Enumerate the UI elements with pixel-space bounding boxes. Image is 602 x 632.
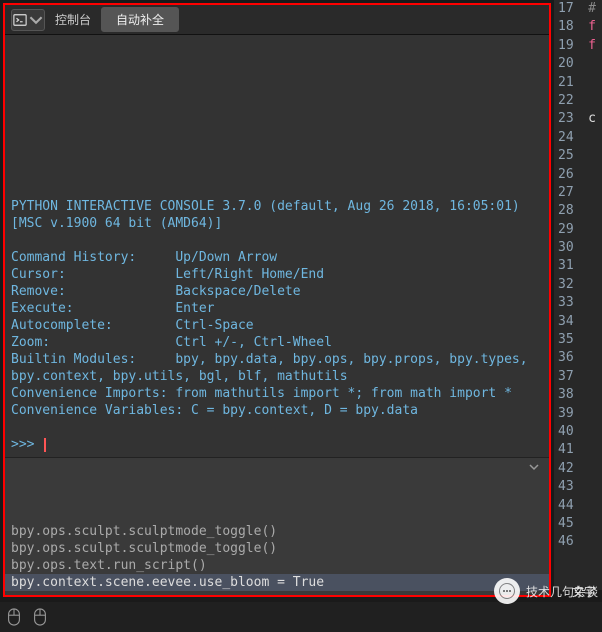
- line-number: 46: [554, 533, 596, 551]
- console-help-line: Convenience Imports: from mathutils impo…: [11, 385, 543, 402]
- line-number: 30: [554, 239, 596, 257]
- line-number: 27: [554, 184, 596, 202]
- line-number: 39: [554, 405, 596, 423]
- console-label: 控制台: [51, 11, 95, 28]
- console-help-line: Cursor: Left/Right Home/End: [11, 266, 543, 283]
- line-number: 20: [554, 55, 596, 73]
- console-blank: [11, 232, 543, 249]
- console-help-line: Autocomplete: Ctrl-Space: [11, 317, 543, 334]
- console-banner: PYTHON INTERACTIVE CONSOLE 3.7.0 (defaul…: [11, 198, 543, 232]
- history-line[interactable]: bpy.context.scene.eevee.use_bloom = True: [5, 574, 549, 591]
- line-number: 45: [554, 515, 596, 533]
- line-number: 33: [554, 294, 596, 312]
- line-number: 29: [554, 221, 596, 239]
- console-prompt: >>>: [11, 436, 42, 453]
- line-number: 42: [554, 460, 596, 478]
- line-number: 21: [554, 74, 596, 92]
- console-help-line: Zoom: Ctrl +/-, Ctrl-Wheel: [11, 334, 543, 351]
- console-help-line: Execute: Enter: [11, 300, 543, 317]
- info-history-panel: bpy.ops.sculpt.sculptmode_toggle()bpy.op…: [5, 457, 549, 595]
- line-number: 26: [554, 166, 596, 184]
- console-help-line: Builtin Modules: bpy, bpy.data, bpy.ops,…: [11, 351, 543, 385]
- panel-drag-handle[interactable]: [527, 462, 541, 472]
- chevron-down-icon: [29, 13, 43, 27]
- console-prompt-row[interactable]: >>>: [11, 436, 543, 453]
- line-number: 40: [554, 423, 596, 441]
- watermark-text: 技术几句杂谈: [526, 583, 598, 600]
- autocomplete-button[interactable]: 自动补全: [101, 7, 179, 32]
- editor-type-selector[interactable]: [11, 9, 45, 31]
- line-number: 28: [554, 202, 596, 220]
- console-help-line: Convenience Variables: C = bpy.context, …: [11, 402, 543, 419]
- console-header: 控制台 自动补全: [5, 5, 549, 35]
- line-number: 44: [554, 497, 596, 515]
- line-number: 43: [554, 478, 596, 496]
- console-help-line: Remove: Backspace/Delete: [11, 283, 543, 300]
- mouse-left-icon: [6, 606, 22, 628]
- line-number: 37: [554, 368, 596, 386]
- line-number: 36: [554, 349, 596, 367]
- line-number: 17#: [554, 0, 596, 18]
- line-number: 18f: [554, 18, 596, 36]
- console-icon: [13, 13, 27, 27]
- line-number: 19f: [554, 37, 596, 55]
- line-number-gutter: 17#18f19f20 21 22 23c24 25 26 27 28 29 3…: [554, 0, 602, 590]
- line-number: 32: [554, 276, 596, 294]
- line-number: 38: [554, 386, 596, 404]
- watermark-logo: [494, 578, 520, 604]
- mouse-right-icon: [32, 606, 48, 628]
- line-number: 22: [554, 92, 596, 110]
- console-editor-panel: 控制台 自动补全 PYTHON INTERACTIVE CONSOLE 3.7.…: [3, 3, 551, 597]
- line-number: 23c: [554, 110, 596, 128]
- console-blank: [11, 419, 543, 436]
- text-cursor: [44, 438, 46, 452]
- history-line[interactable]: bpy.ops.sculpt.sculptmode_toggle(): [11, 523, 543, 540]
- line-number: 34: [554, 313, 596, 331]
- status-bar: [0, 602, 602, 632]
- line-number: 31: [554, 257, 596, 275]
- line-number: 25: [554, 147, 596, 165]
- console-output[interactable]: PYTHON INTERACTIVE CONSOLE 3.7.0 (defaul…: [5, 35, 549, 457]
- watermark: 技术几句杂谈: [494, 578, 598, 604]
- line-number: 41: [554, 441, 596, 459]
- console-help-line: Command History: Up/Down Arrow: [11, 249, 543, 266]
- line-number: 24: [554, 129, 596, 147]
- history-line[interactable]: bpy.ops.text.run_script(): [11, 557, 543, 574]
- history-line[interactable]: bpy.ops.sculpt.sculptmode_toggle(): [11, 540, 543, 557]
- line-number: 35: [554, 331, 596, 349]
